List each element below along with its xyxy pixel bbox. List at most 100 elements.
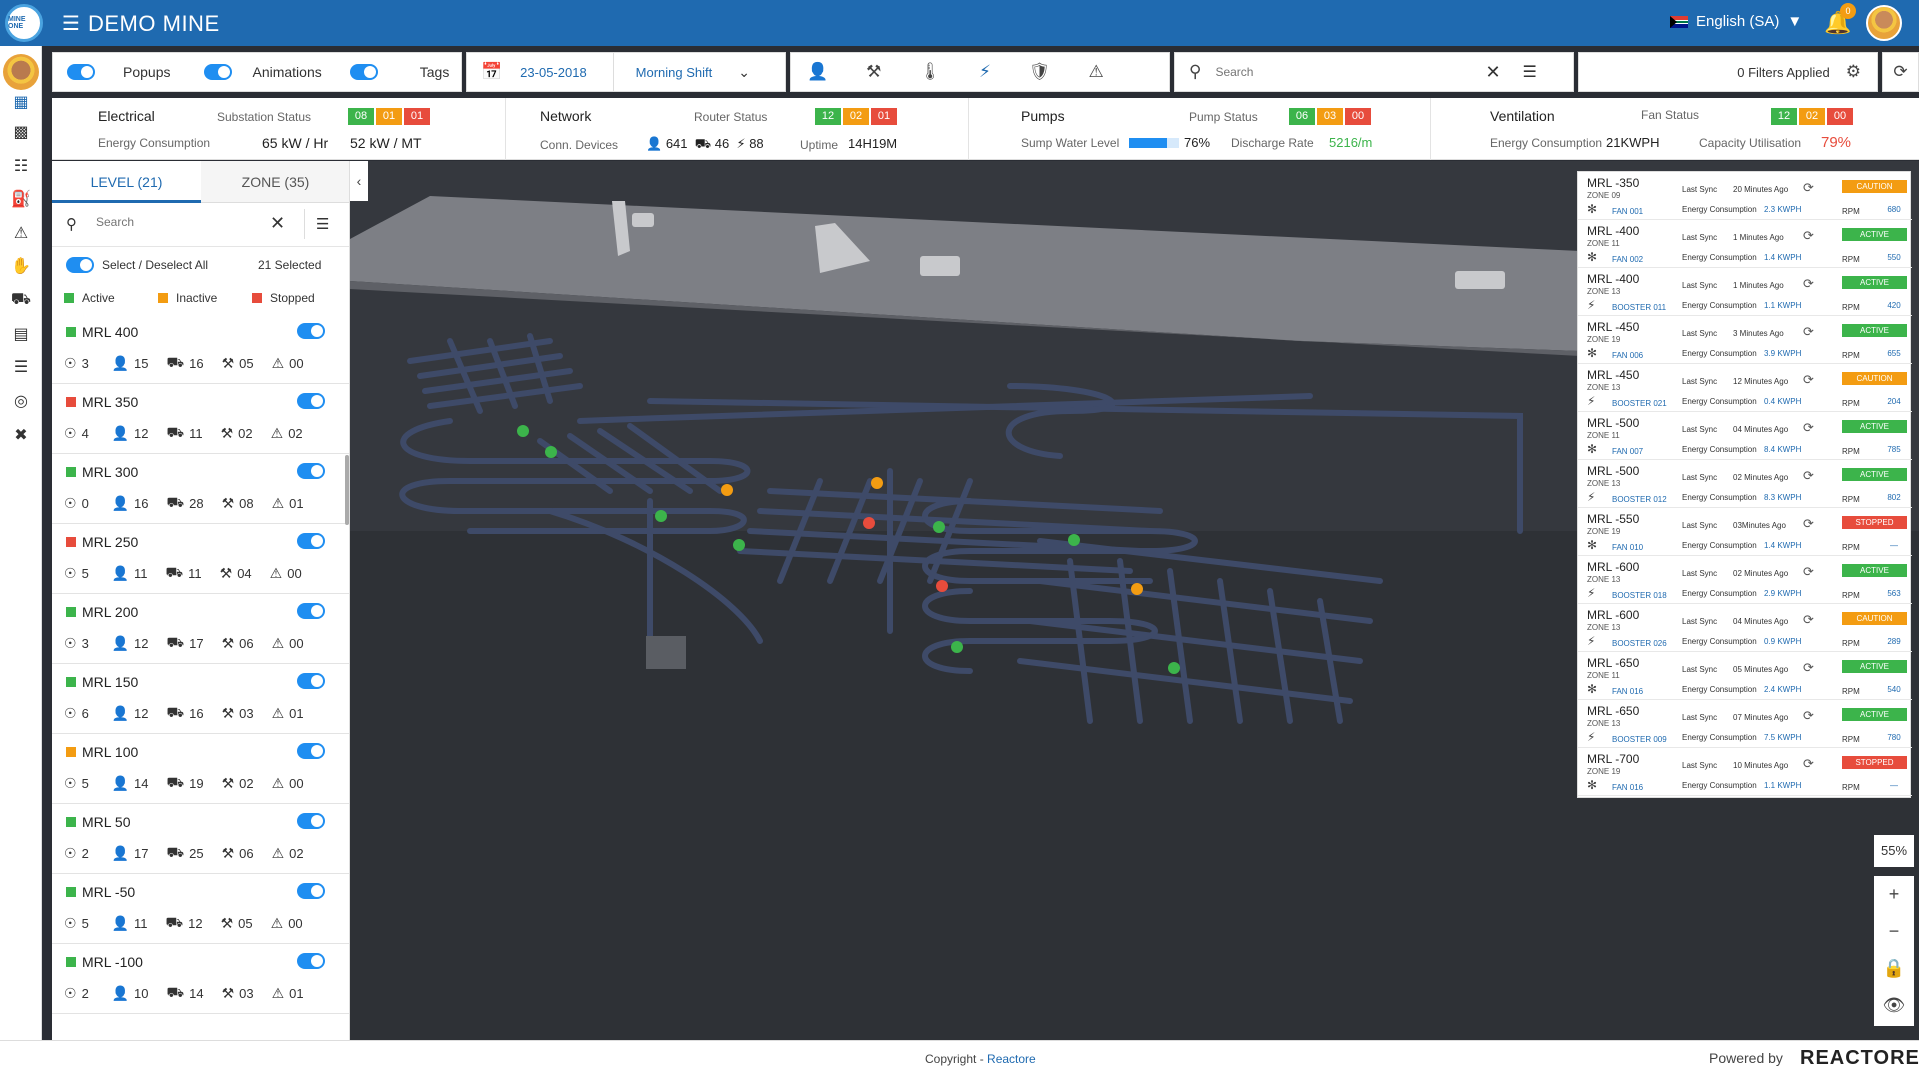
sync-icon[interactable]: ⟳ [1803,276,1814,292]
level-toggle[interactable] [297,883,325,899]
widgets-icon[interactable]: ▩ [0,122,42,142]
level-toggle[interactable] [297,673,325,689]
fan-name[interactable]: BOOSTER 009 [1612,735,1667,744]
sync-icon[interactable]: ⟳ [1803,516,1814,532]
level-item[interactable]: MRL 400 ☉ 3 👤 15 ⛟ 16 ⚒ 05 ⚠ 00 [52,314,349,384]
level-item[interactable]: MRL 200 ☉ 3 👤 12 ⛟ 17 ⚒ 06 ⚠ 00 [52,594,349,664]
gear-icon[interactable]: ⚙ [1846,62,1861,82]
date-field[interactable]: 23-05-2018 [520,65,587,80]
zoom-in-button[interactable]: + [1874,876,1914,913]
fan-name[interactable]: BOOSTER 021 [1612,399,1667,408]
level-toggle[interactable] [297,463,325,479]
fan-marker[interactable] [863,517,875,529]
lock-icon[interactable]: 🔒 [1874,950,1914,987]
level-toggle[interactable] [297,393,325,409]
fan-marker[interactable] [951,641,963,653]
level-toggle[interactable] [297,603,325,619]
zoom-out-button[interactable]: − [1874,913,1914,950]
fan-name[interactable]: BOOSTER 026 [1612,639,1667,648]
warning-icon[interactable]: ⚠ [1089,62,1104,82]
view-icon[interactable]: 👁 [1874,987,1914,1024]
sliders-icon[interactable]: ☰ [0,357,42,377]
level-item[interactable]: MRL -50 ☉ 5 👤 11 ⛟ 12 ⚒ 05 ⚠ 00 [52,874,349,944]
panel-search-input[interactable] [96,215,266,229]
refresh-button[interactable]: ⟳ [1882,52,1919,92]
fan-name[interactable]: BOOSTER 018 [1612,591,1667,600]
panel-scrollbar[interactable] [345,455,349,525]
fan-row[interactable]: MRL -550 ZONE 19 ✻ FAN 010 Last Sync 03Minute… [1578,508,1912,556]
lightning-icon[interactable]: ⚡ [979,62,991,82]
sync-icon[interactable]: ⟳ [1803,612,1814,628]
fan-row[interactable]: MRL -650 ZONE 11 ✻ FAN 016 Last Sync 05 Minut… [1578,652,1912,700]
truck-icon[interactable]: ⛟ [0,290,42,310]
fan-marker[interactable] [721,484,733,496]
chevron-down-icon[interactable]: ⌄ [738,64,750,81]
level-item[interactable]: MRL 250 ☉ 5 👤 11 ⛟ 11 ⚒ 04 ⚠ 00 [52,524,349,594]
fan-name[interactable]: FAN 001 [1612,207,1643,216]
fan-marker[interactable] [936,580,948,592]
dashboard-icon[interactable]: ▦ [0,92,42,112]
level-item[interactable]: MRL 150 ☉ 6 👤 12 ⛟ 16 ⚒ 03 ⚠ 01 [52,664,349,734]
sync-icon[interactable]: ⟳ [1803,420,1814,436]
sync-icon[interactable]: ⟳ [1803,324,1814,340]
fan-name[interactable]: BOOSTER 012 [1612,495,1667,504]
close-icon[interactable]: ✕ [270,213,285,234]
mine-one-logo[interactable]: MINE ONE [5,4,43,42]
fan-row[interactable]: MRL -600 ZONE 13 ⚡ BOOSTER 018 Last Sync 02 M… [1578,556,1912,604]
reactore-link[interactable]: Reactore [987,1052,1036,1066]
sync-icon[interactable]: ⟳ [1803,180,1814,196]
person-icon[interactable]: 👤 [807,62,828,82]
level-item[interactable]: MRL 100 ☉ 5 👤 14 ⛟ 19 ⚒ 02 ⚠ 00 [52,734,349,804]
sync-icon[interactable]: ⟳ [1803,468,1814,484]
fan-marker[interactable] [545,446,557,458]
fan-row[interactable]: MRL -450 ZONE 19 ✻ FAN 006 Last Sync 3 Minute… [1578,316,1912,364]
fan-name[interactable]: FAN 016 [1612,783,1643,792]
fan-row[interactable]: MRL -450 ZONE 13 ⚡ BOOSTER 021 Last Sync 12 M… [1578,364,1912,412]
fingerprint-icon[interactable]: ◎ [0,391,42,411]
calendar-icon[interactable]: 📅 [481,62,502,82]
level-item[interactable]: MRL 50 ☉ 2 👤 17 ⛟ 25 ⚒ 06 ⚠ 02 [52,804,349,874]
warning-icon[interactable]: ⚠ [0,223,42,243]
select-all-toggle[interactable] [66,257,94,273]
filter-icon[interactable]: ☰ [316,215,329,233]
language-selector[interactable]: English (SA) ▼ [1670,13,1802,30]
tab-zone[interactable]: ZONE (35) [201,161,349,203]
fan-row[interactable]: MRL -400 ZONE 13 ⚡ BOOSTER 011 Last Sync 1 Mi… [1578,268,1912,316]
shift-select[interactable]: Morning Shift [636,65,713,80]
fan-row[interactable]: MRL -600 ZONE 13 ⚡ BOOSTER 026 Last Sync 04 M… [1578,604,1912,652]
tab-level[interactable]: LEVEL (21) [52,161,201,203]
thermometer-icon[interactable]: 🌡 [919,62,941,82]
level-item[interactable]: MRL 300 ☉ 0 👤 16 ⛟ 28 ⚒ 08 ⚠ 01 [52,454,349,524]
tools-icon[interactable]: ⚒ [866,62,881,82]
sync-icon[interactable]: ⟳ [1803,708,1814,724]
fan-row[interactable]: MRL -700 ZONE 19 ✻ FAN 016 Last Sync 10 Minut… [1578,748,1912,796]
handshake-icon[interactable]: ✋ [0,256,42,276]
search-input[interactable] [1215,65,1476,79]
popups-toggle[interactable] [67,64,95,80]
level-item[interactable]: MRL 350 ☉ 4 👤 12 ⛟ 11 ⚒ 02 ⚠ 02 [52,384,349,454]
fan-marker[interactable] [933,521,945,533]
fan-marker[interactable] [1068,534,1080,546]
fan-name[interactable]: FAN 016 [1612,687,1643,696]
level-item[interactable]: MRL -100 ☉ 2 👤 10 ⛟ 14 ⚒ 03 ⚠ 01 [52,944,349,1014]
fan-name[interactable]: BOOSTER 011 [1612,303,1666,312]
close-icon[interactable]: ✕ [1485,62,1500,83]
sync-icon[interactable]: ⟳ [1803,564,1814,580]
calendar-icon[interactable]: ☷ [0,156,42,176]
shield-icon[interactable]: 🛡 [1029,62,1051,82]
sync-icon[interactable]: ⟳ [1803,372,1814,388]
level-toggle[interactable] [297,323,325,339]
fan-row[interactable]: MRL -350 ZONE 09 ✻ FAN 001 Last Sync 20 Minut… [1578,172,1912,220]
fan-row[interactable]: MRL -500 ZONE 13 ⚡ BOOSTER 012 Last Sync 02 M… [1578,460,1912,508]
fan-name[interactable]: FAN 010 [1612,543,1643,552]
filter-icon[interactable]: ☰ [1523,62,1537,82]
sync-icon[interactable]: ⟳ [1803,660,1814,676]
rail-avatar[interactable] [3,54,39,90]
fan-row[interactable]: MRL -500 ZONE 11 ✻ FAN 007 Last Sync 04 Minut… [1578,412,1912,460]
fan-marker[interactable] [655,510,667,522]
level-toggle[interactable] [297,813,325,829]
fan-marker[interactable] [1131,583,1143,595]
user-avatar[interactable] [1866,5,1902,41]
tags-toggle[interactable] [349,64,378,80]
animations-toggle[interactable] [204,64,233,80]
